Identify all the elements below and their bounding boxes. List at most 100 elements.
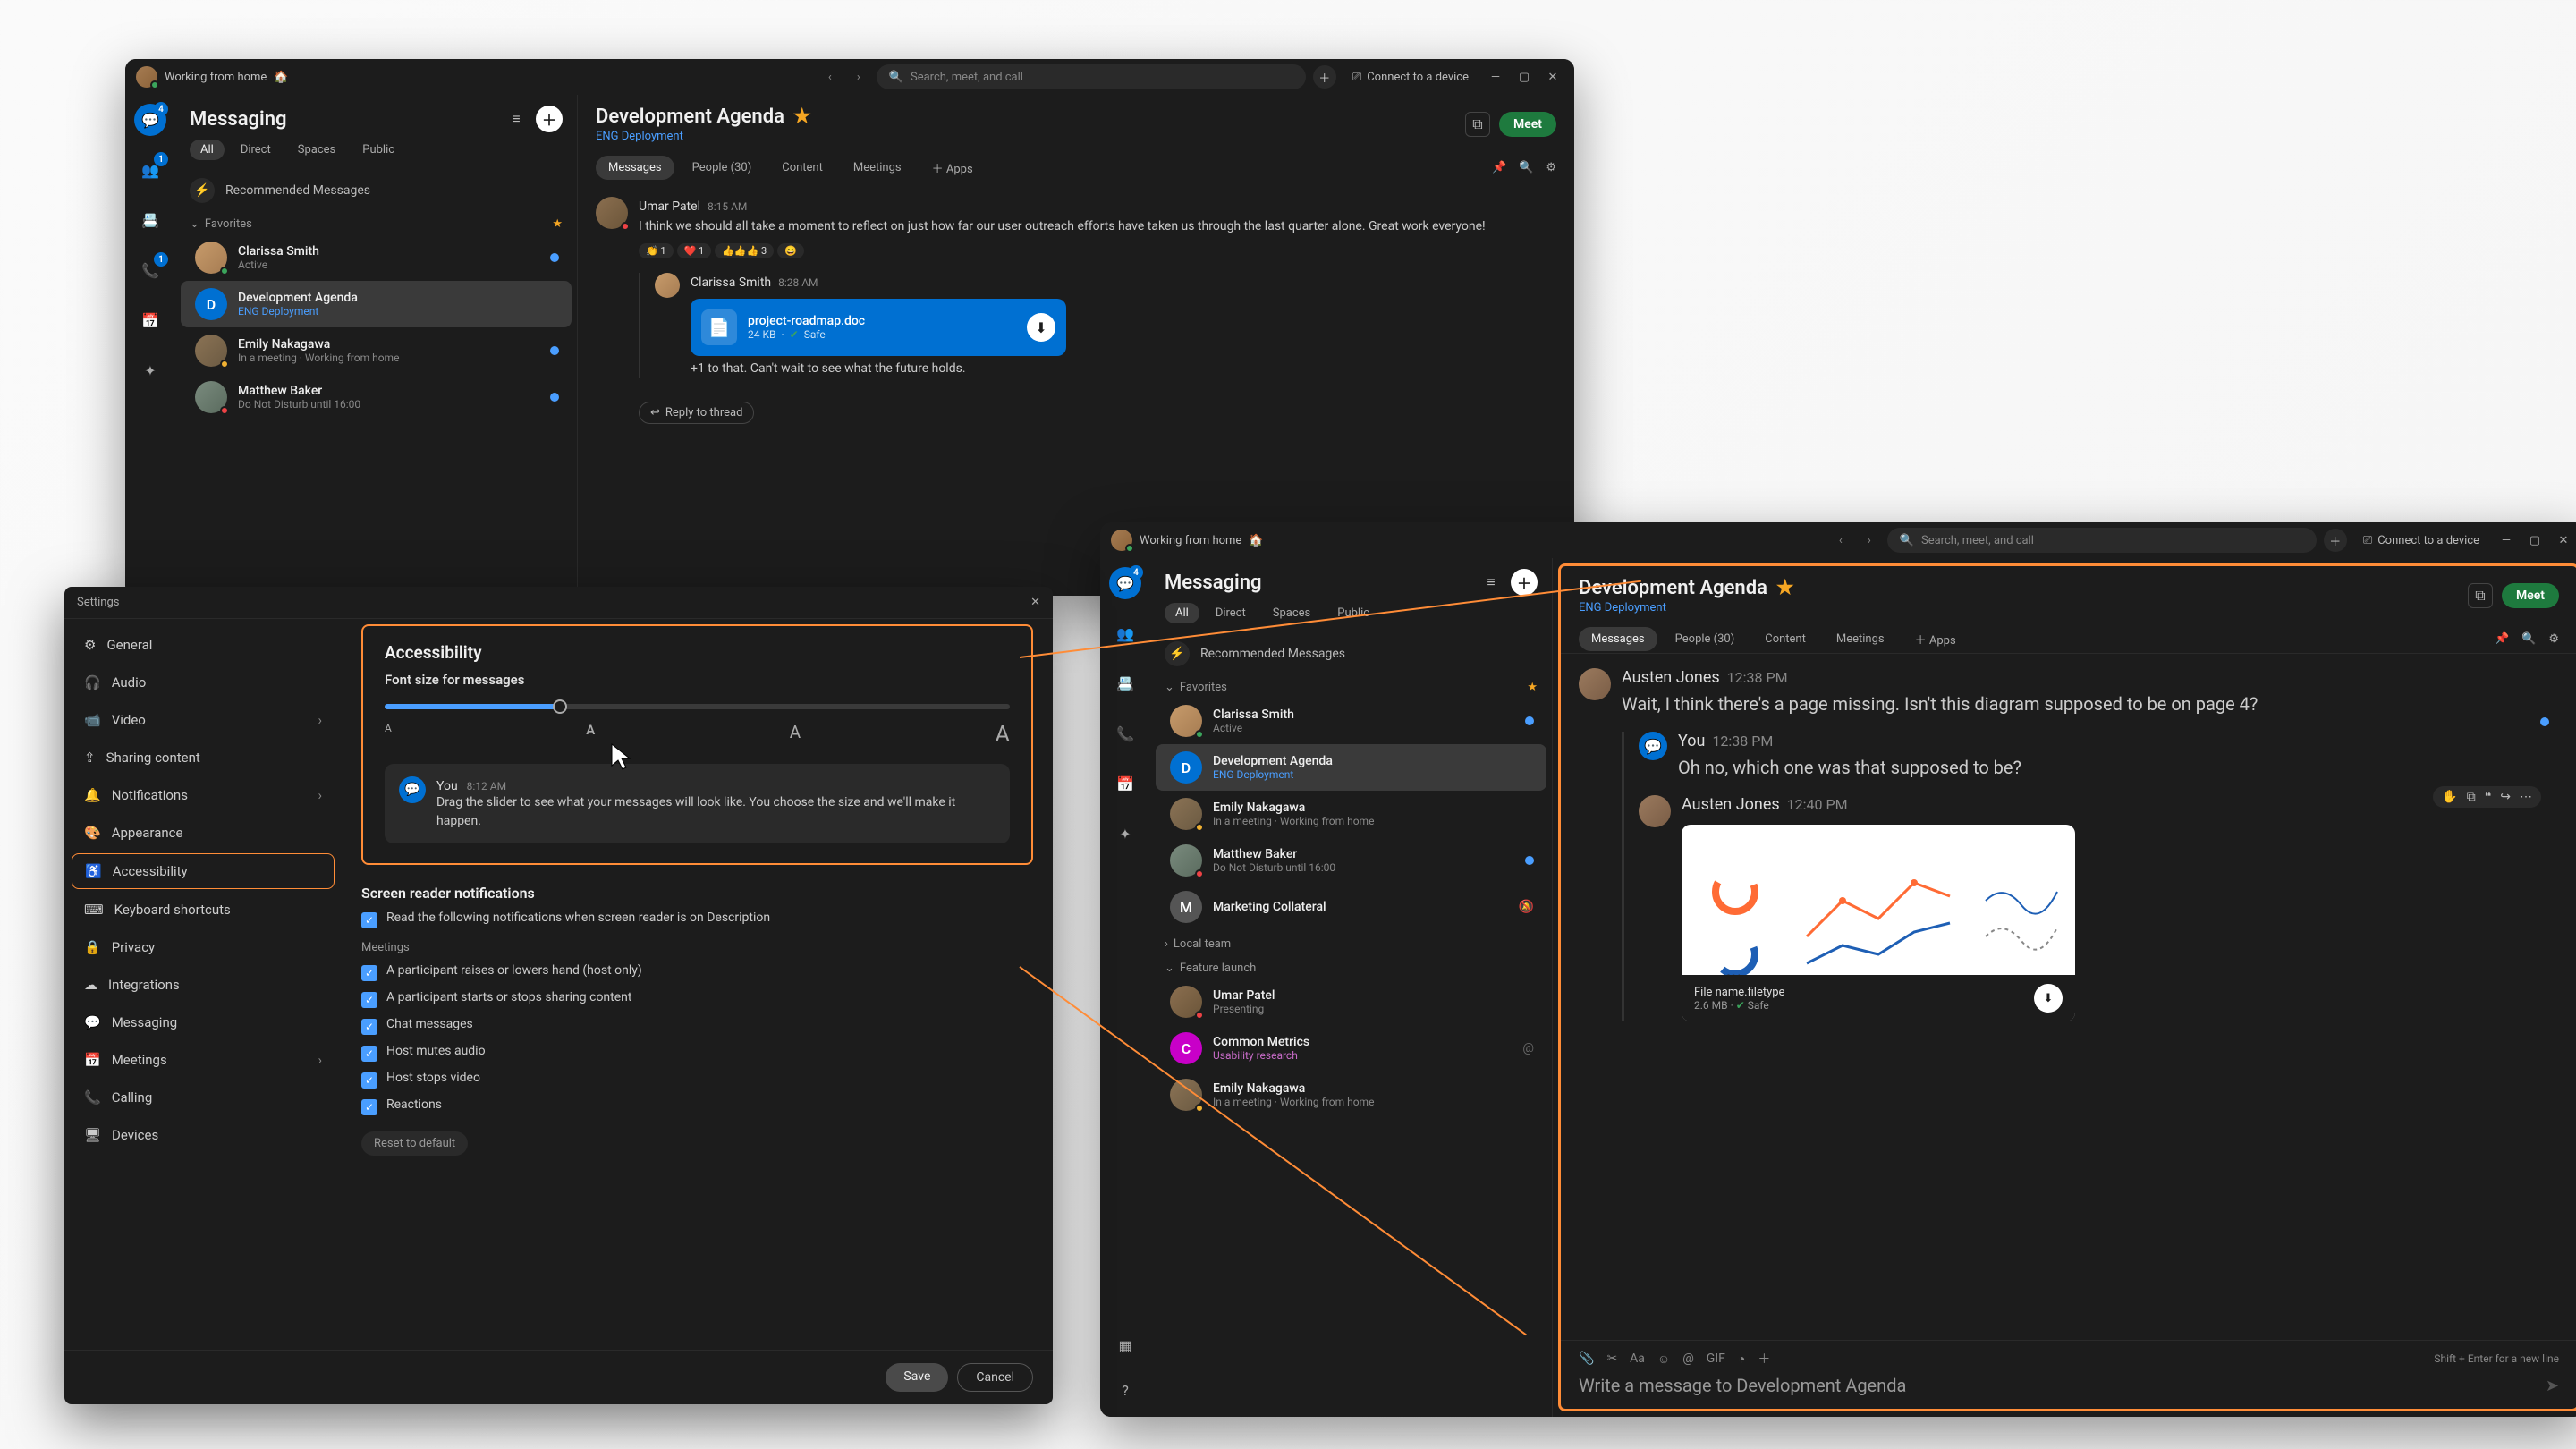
rail-chat-icon[interactable]: 💬4 — [134, 104, 166, 136]
hand-icon[interactable]: ✋ — [2442, 790, 2457, 804]
more-icon[interactable]: ⋯ — [2520, 790, 2532, 804]
favorites-section[interactable]: ⌄Favorites ★ — [175, 210, 577, 234]
rail-contacts-icon[interactable]: 📇 — [1109, 667, 1141, 699]
opt-mute[interactable]: ✓Host mutes audio — [361, 1044, 1033, 1062]
filter-direct[interactable]: Direct — [1205, 603, 1257, 623]
opt-stop-video[interactable]: ✓Host stops video — [361, 1071, 1033, 1089]
opt-sharing[interactable]: ✓A participant starts or stops sharing c… — [361, 990, 1033, 1008]
convo-clarissa[interactable]: Clarissa SmithActive — [181, 234, 572, 281]
nav-appearance[interactable]: 🎨Appearance — [72, 816, 335, 850]
tab-meetings[interactable]: Meetings — [841, 156, 914, 180]
attach-icon[interactable]: 📎 — [1579, 1352, 1594, 1366]
nav-meetings[interactable]: 📅Meetings› — [72, 1043, 335, 1077]
reset-button[interactable]: Reset to default — [361, 1131, 468, 1156]
minimize-icon[interactable]: — — [1485, 66, 1506, 88]
rail-teams-icon[interactable]: 👥 — [1109, 617, 1141, 649]
apps-icon[interactable]: ＋ — [1758, 1350, 1770, 1368]
filter-spaces[interactable]: Spaces — [287, 140, 347, 160]
convo-emily-2[interactable]: Emily NakagawaIn a meeting · Working fro… — [1156, 1072, 1546, 1118]
filter-icon[interactable]: ≡ — [1479, 570, 1504, 595]
chat-subtitle[interactable]: ENG Deployment — [1579, 601, 1794, 614]
local-team-section[interactable]: ›Local team — [1150, 930, 1552, 954]
reaction[interactable]: 👍👍👍 3 — [715, 243, 774, 258]
add-conversation-button[interactable]: ＋ — [536, 106, 563, 132]
font-size-slider[interactable] — [385, 704, 1010, 709]
tab-apps[interactable]: ＋ Apps — [919, 154, 986, 182]
recommended-messages[interactable]: ⚡Recommended Messages — [1150, 634, 1552, 674]
opt-raise-hand[interactable]: ✓A participant raises or lowers hand (ho… — [361, 963, 1033, 981]
pin-icon[interactable]: 📌 — [1492, 161, 1506, 174]
nav-privacy[interactable]: 🔒Privacy — [72, 930, 335, 964]
file-attachment[interactable]: 📄 project-roadmap.doc 24 KB · ✔ Safe ⬇ — [691, 299, 1066, 356]
search-input[interactable]: 🔍 Search, meet, and call — [877, 64, 1306, 89]
convo-emily[interactable]: Emily NakagawaIn a meeting · Working fro… — [1156, 791, 1546, 837]
rail-calendar-icon[interactable]: 📅 — [134, 304, 166, 336]
capture-icon[interactable]: ✂ — [1606, 1352, 1617, 1366]
thread-icon[interactable]: ↪ — [2500, 790, 2511, 804]
rail-more-icon[interactable]: ✦ — [1109, 818, 1141, 850]
close-icon[interactable]: ✕ — [1030, 596, 1040, 609]
filter-all[interactable]: All — [190, 140, 225, 160]
opt-chat[interactable]: ✓Chat messages — [361, 1017, 1033, 1035]
connect-device[interactable]: ⎚Connect to a device — [2354, 530, 2488, 551]
nav-sharing[interactable]: ⇪Sharing content — [72, 741, 335, 775]
rail-contacts-icon[interactable]: 📇 — [134, 204, 166, 236]
nav-video[interactable]: 📹Video› — [72, 703, 335, 737]
nav-general[interactable]: ⚙General — [72, 628, 335, 662]
save-button[interactable]: Save — [886, 1363, 948, 1392]
search-input[interactable]: 🔍Search, meet, and call — [1887, 528, 2317, 553]
nav-calling[interactable]: 📞Calling — [72, 1080, 335, 1114]
tab-messages[interactable]: Messages — [1579, 627, 1657, 651]
gif-icon[interactable]: GIF — [1707, 1352, 1725, 1366]
filter-public[interactable]: Public — [352, 140, 405, 160]
image-attachment[interactable]: 4226 File name.filetype — [1682, 825, 2075, 1021]
feature-launch-section[interactable]: ⌄Feature launch — [1150, 954, 1552, 979]
close-icon[interactable]: ✕ — [2553, 530, 2574, 551]
popout-icon[interactable]: ⧉ — [1465, 112, 1490, 137]
tab-people[interactable]: People (30) — [1663, 627, 1748, 651]
copy-icon[interactable]: ⧉ — [2467, 790, 2476, 804]
forward-arrow-icon[interactable]: › — [848, 66, 869, 88]
cancel-button[interactable]: Cancel — [957, 1363, 1033, 1392]
filter-public[interactable]: Public — [1326, 603, 1380, 623]
filter-all[interactable]: All — [1165, 603, 1199, 623]
user-avatar[interactable] — [136, 66, 157, 88]
connect-device[interactable]: ⎚Connect to a device — [1343, 67, 1478, 88]
bitmoji-icon[interactable]: ◔ — [1738, 1352, 1745, 1367]
back-arrow-icon[interactable]: ‹ — [819, 66, 841, 88]
rail-more-icon[interactable]: ✦ — [134, 354, 166, 386]
chat-subtitle[interactable]: ENG Deployment — [596, 130, 811, 143]
search-icon[interactable]: 🔍 — [2521, 632, 2536, 646]
tab-apps[interactable]: ＋ Apps — [1902, 625, 1969, 653]
add-conversation-button[interactable]: ＋ — [1511, 569, 1538, 596]
maximize-icon[interactable]: ▢ — [2524, 530, 2546, 551]
tab-meetings[interactable]: Meetings — [1824, 627, 1897, 651]
rail-calendar-icon[interactable]: 📅 — [1109, 767, 1141, 800]
gear-icon[interactable]: ⚙ — [2548, 632, 2559, 646]
star-icon[interactable]: ★ — [793, 106, 811, 128]
rail-chat-icon[interactable]: 💬4 — [1109, 567, 1141, 599]
rail-calls-icon[interactable]: 📞 — [1109, 717, 1141, 750]
nav-devices[interactable]: 🖥Devices — [72, 1118, 335, 1152]
quote-icon[interactable]: ❝ — [2485, 790, 2492, 804]
reaction[interactable]: ❤️ 1 — [677, 243, 712, 258]
format-icon[interactable]: Aa — [1630, 1352, 1645, 1366]
pin-icon[interactable]: 📌 — [2495, 632, 2509, 646]
send-icon[interactable]: ➤ — [2546, 1377, 2559, 1395]
forward-arrow-icon[interactable]: › — [1859, 530, 1880, 551]
nav-notifications[interactable]: 🔔Notifications› — [72, 778, 335, 812]
convo-emily[interactable]: Emily NakagawaIn a meeting · Working fro… — [181, 327, 572, 374]
rail-calls-icon[interactable]: 📞1 — [134, 254, 166, 286]
filter-direct[interactable]: Direct — [230, 140, 282, 160]
mention-icon[interactable]: @ — [1682, 1352, 1694, 1366]
recommended-messages[interactable]: ⚡ Recommended Messages — [175, 171, 577, 210]
convo-dev-agenda[interactable]: D Development AgendaENG Deployment — [1156, 744, 1546, 791]
convo-marketing[interactable]: M Marketing Collateral 🔕 — [1156, 884, 1546, 930]
back-arrow-icon[interactable]: ‹ — [1830, 530, 1852, 551]
star-icon[interactable]: ★ — [1776, 577, 1794, 599]
reaction[interactable]: 😄 — [777, 243, 804, 258]
convo-matthew[interactable]: Matthew BakerDo Not Disturb until 16:00 — [1156, 837, 1546, 884]
reaction[interactable]: 👏 1 — [639, 243, 674, 258]
favorites-section[interactable]: ⌄Favorites★ — [1150, 674, 1552, 698]
plus-button[interactable]: ＋ — [2324, 529, 2347, 552]
